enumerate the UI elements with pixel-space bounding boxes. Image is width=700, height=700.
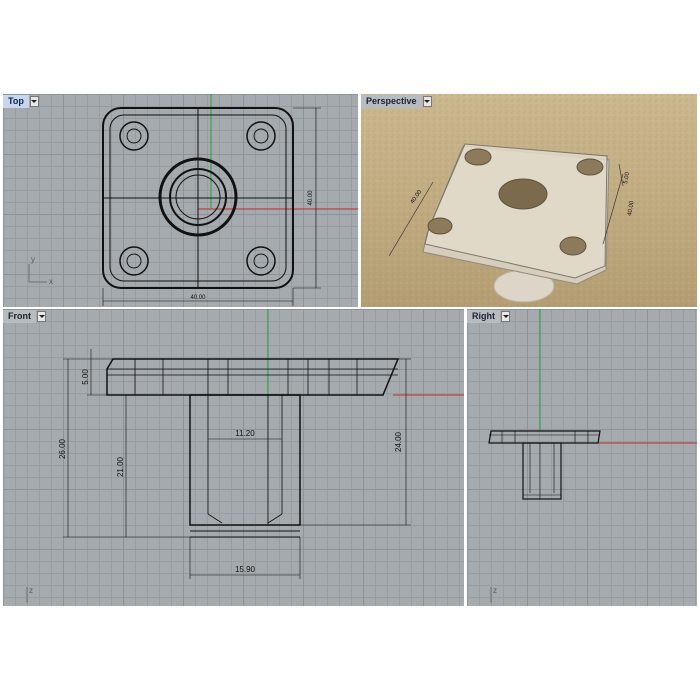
mount-hole-bl bbox=[119, 246, 149, 276]
viewport-top-tabbar: Top bbox=[3, 94, 39, 108]
front-dim-11-2: 11.20 bbox=[235, 429, 255, 438]
right-stem bbox=[522, 442, 562, 500]
gizmo-y-label: y bbox=[31, 255, 35, 264]
hole-tr bbox=[576, 158, 604, 176]
right-view-drawing: z bbox=[488, 309, 697, 603]
front-dim-26: 26.00 bbox=[58, 438, 67, 459]
front-flange bbox=[106, 358, 400, 396]
viewport-right-tabbar: Right bbox=[467, 309, 510, 323]
front-dim-24: 24.00 bbox=[394, 431, 403, 452]
hole-bl bbox=[427, 217, 453, 235]
hole-center bbox=[498, 178, 548, 210]
tab-right[interactable]: Right bbox=[467, 309, 500, 323]
chevron-down-icon[interactable] bbox=[501, 310, 510, 322]
top-dim-width: 40.00 bbox=[190, 295, 206, 301]
perspective-render: 40.00 40.00 5.00 bbox=[361, 94, 697, 307]
mount-hole-tl bbox=[119, 121, 149, 151]
gizmo-z-label: z bbox=[493, 586, 497, 595]
viewport-perspective[interactable]: 40.00 40.00 5.00 Perspective bbox=[361, 94, 697, 307]
top-dim-height: 40.00 bbox=[308, 190, 314, 206]
viewport-perspective-tabbar: Perspective bbox=[361, 94, 432, 108]
mount-hole-tr bbox=[246, 121, 276, 151]
viewport-top[interactable]: 40.00 40.00 y x Top bbox=[3, 94, 358, 307]
axis-gizmo bbox=[28, 264, 47, 283]
hole-tl bbox=[464, 148, 492, 166]
gizmo-x-label: x bbox=[49, 277, 53, 286]
front-dim-15-9: 15.90 bbox=[235, 565, 256, 574]
viewport-front[interactable]: 26.00 5.00 21.00 11.20 24.00 15.90 z Fro… bbox=[3, 309, 464, 606]
chevron-down-icon[interactable] bbox=[37, 310, 46, 322]
tab-perspective[interactable]: Perspective bbox=[361, 94, 422, 108]
top-view-drawing: 40.00 40.00 y x bbox=[28, 94, 358, 306]
viewport-front-tabbar: Front bbox=[3, 309, 46, 323]
hole-br bbox=[559, 236, 587, 256]
viewport-right[interactable]: z Right bbox=[467, 309, 697, 606]
tab-top[interactable]: Top bbox=[3, 94, 29, 108]
tab-front[interactable]: Front bbox=[3, 309, 36, 323]
front-dim-5: 5.00 bbox=[81, 369, 90, 385]
front-view-drawing: 26.00 5.00 21.00 11.20 24.00 15.90 z bbox=[26, 309, 464, 603]
chevron-down-icon[interactable] bbox=[29, 95, 39, 107]
gizmo-z-label: z bbox=[29, 586, 33, 595]
right-flange bbox=[488, 430, 601, 444]
chevron-down-icon[interactable] bbox=[422, 95, 432, 107]
mount-hole-br bbox=[246, 246, 276, 276]
front-dim-21: 21.00 bbox=[116, 456, 125, 477]
front-stem bbox=[189, 394, 301, 526]
